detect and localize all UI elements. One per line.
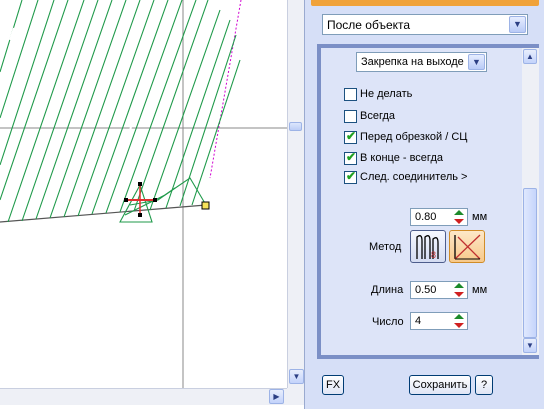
spinner-icon[interactable] xyxy=(453,283,465,297)
count-label: Число xyxy=(372,316,404,328)
count-value: 4 xyxy=(415,315,422,327)
spinner-icon[interactable] xyxy=(453,314,465,328)
checkbox[interactable]: ✔ xyxy=(344,150,357,165)
stitch-drawing xyxy=(0,0,287,388)
offset-field[interactable]: 0.80 xyxy=(410,208,468,226)
scroll-thumb[interactable] xyxy=(523,188,537,338)
position-select-value: После объекта xyxy=(327,18,411,32)
option-label: Не делать xyxy=(360,88,413,100)
properties-panel: После объекта ▼ Закрепка на выходе ▼ Не … xyxy=(304,0,544,409)
length-field[interactable]: 0.50 xyxy=(410,281,468,299)
tack-type-select[interactable]: Закрепка на выходе ▼ xyxy=(356,52,487,72)
checkbox[interactable]: ✔ xyxy=(344,169,357,184)
checkbox[interactable] xyxy=(344,110,357,123)
offset-unit: мм xyxy=(472,211,488,223)
scroll-up-icon[interactable]: ▲ xyxy=(523,49,537,64)
method-label: Метод xyxy=(369,241,402,253)
scroll-thumb[interactable] xyxy=(289,122,302,131)
scroll-down-icon[interactable]: ▼ xyxy=(523,338,537,353)
canvas-horizontal-scrollbar[interactable]: ▶ xyxy=(0,388,287,405)
canvas-vertical-scrollbar[interactable]: ▼ xyxy=(287,0,304,388)
option-label: След. соединитель > xyxy=(360,171,468,183)
option-label: В конце - всегда xyxy=(360,152,443,164)
spinner-icon[interactable] xyxy=(453,210,465,224)
position-select[interactable]: После объекта ▼ xyxy=(322,14,528,35)
check-icon: ✔ xyxy=(346,150,357,164)
settings-scrollbar[interactable]: ▲ ▼ xyxy=(522,48,539,355)
parallel-stitch-icon: 8 xyxy=(416,235,439,260)
drawing-canvas[interactable] xyxy=(0,0,287,388)
tack-type-value: Закрепка на выходе xyxy=(361,56,464,68)
scroll-down-icon[interactable]: ▼ xyxy=(289,369,304,384)
end-point xyxy=(201,201,210,210)
save-button[interactable]: Сохранить xyxy=(409,375,471,395)
tack-settings-group: Закрепка на выходе ▼ Не делать Всегда ✔ … xyxy=(317,44,539,359)
length-value: 0.50 xyxy=(415,284,437,296)
check-icon: ✔ xyxy=(346,129,357,143)
length-unit: мм xyxy=(472,284,488,296)
panel-header-tab xyxy=(311,0,539,6)
checkbox[interactable]: ✔ xyxy=(344,129,357,144)
length-label: Длина xyxy=(371,284,404,296)
help-button[interactable]: ? xyxy=(475,375,493,395)
method-button-parallel[interactable]: 8 xyxy=(410,230,446,263)
fx-button[interactable]: FX xyxy=(322,375,344,395)
check-icon: ✔ xyxy=(346,169,357,183)
chevron-down-icon[interactable]: ▼ xyxy=(509,16,526,33)
option-label: Всегда xyxy=(360,110,396,122)
count-field[interactable]: 4 xyxy=(410,312,468,330)
scroll-corner xyxy=(287,388,304,405)
checkbox[interactable] xyxy=(344,88,357,101)
chevron-down-icon[interactable]: ▼ xyxy=(468,54,485,70)
tack-settings-content: Закрепка на выходе ▼ Не делать Всегда ✔ … xyxy=(321,48,522,355)
offset-value: 0.80 xyxy=(415,211,437,223)
svg-text:8: 8 xyxy=(431,250,436,260)
option-label: Перед обрезкой / СЦ xyxy=(360,131,468,143)
method-button-cross[interactable] xyxy=(449,230,485,263)
scroll-right-icon[interactable]: ▶ xyxy=(269,389,284,404)
cross-stitch-icon xyxy=(454,234,481,260)
